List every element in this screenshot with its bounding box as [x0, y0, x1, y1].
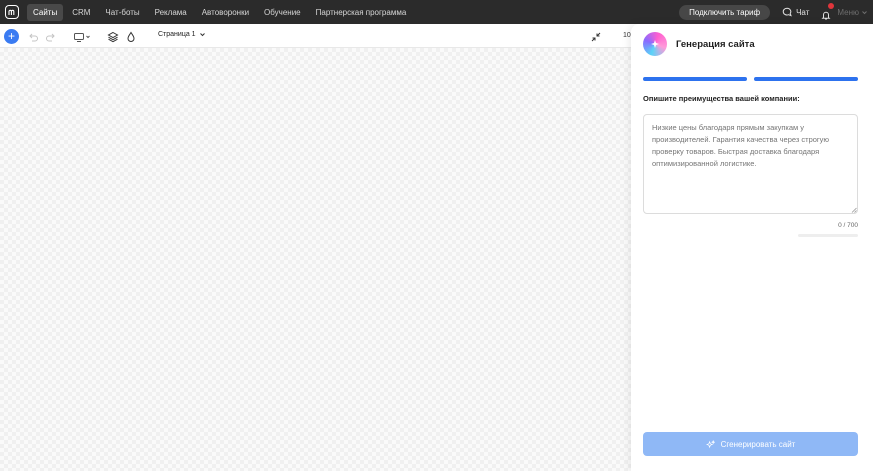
color-drop-icon[interactable]: [125, 30, 137, 42]
chat-label: Чат: [796, 7, 810, 17]
sparkle-icon: [705, 439, 715, 448]
character-counter: 0 / 700: [838, 222, 858, 229]
character-counter-bar: [798, 234, 858, 237]
layers-icon[interactable]: [107, 30, 119, 43]
redo-icon[interactable]: [45, 30, 57, 42]
chevron-down-icon: [199, 33, 205, 37]
chevron-down-icon: [862, 10, 867, 14]
device-preview-selector[interactable]: [73, 30, 93, 42]
add-block-button[interactable]: +: [4, 29, 19, 44]
generate-site-button[interactable]: Сгенерировать сайт: [643, 432, 858, 456]
generate-site-label: Сгенерировать сайт: [720, 439, 796, 449]
collapse-arrows-icon[interactable]: [590, 30, 602, 42]
step-progress-2: [754, 77, 858, 81]
page-selector-label: Страница 1: [158, 31, 196, 38]
nav-item-crm[interactable]: CRM: [66, 4, 96, 21]
nav-item-learning[interactable]: Обучение: [258, 4, 307, 21]
nav-item-ads[interactable]: Реклама: [149, 4, 193, 21]
zoom-level[interactable]: 10: [623, 32, 631, 39]
nav-item-partner-program[interactable]: Партнерская программа: [310, 4, 413, 21]
chat-bubble-icon: [782, 7, 792, 17]
company-benefits-textarea[interactable]: [643, 114, 858, 214]
resize-handle-icon[interactable]: [851, 207, 857, 213]
editor-canvas[interactable]: [0, 48, 631, 471]
page-selector[interactable]: Страница 1: [158, 31, 206, 38]
nav-item-sites[interactable]: Сайты: [27, 3, 64, 21]
undo-icon[interactable]: [27, 30, 39, 42]
ai-sparkle-icon: [643, 32, 667, 56]
top-navigation: Сайты CRM Чат-боты Реклама Автоворонки О…: [0, 0, 873, 24]
nav-item-chatbots[interactable]: Чат-боты: [99, 4, 145, 21]
nav-right-group: Подключить тариф Чат Меню: [679, 0, 873, 24]
site-generation-panel: Генерация сайта Опишите преимущества ваш…: [631, 24, 873, 471]
app-logo-icon[interactable]: [5, 5, 19, 19]
nav-item-funnels[interactable]: Автоворонки: [196, 4, 255, 21]
main-menu: Сайты CRM Чат-боты Реклама Автоворонки О…: [27, 0, 415, 24]
prompt-label: Опишите преимущества вашей компании:: [643, 94, 800, 103]
step-progress-1: [643, 77, 747, 81]
user-menu[interactable]: Меню: [837, 8, 868, 17]
notification-badge: [828, 3, 835, 9]
bell-icon: [821, 11, 831, 20]
panel-title: Генерация сайта: [676, 39, 755, 50]
user-menu-label: Меню: [837, 7, 859, 17]
chat-link[interactable]: Чат: [782, 7, 809, 17]
connect-plan-button[interactable]: Подключить тариф: [679, 4, 771, 20]
notifications-button[interactable]: [821, 3, 835, 20]
